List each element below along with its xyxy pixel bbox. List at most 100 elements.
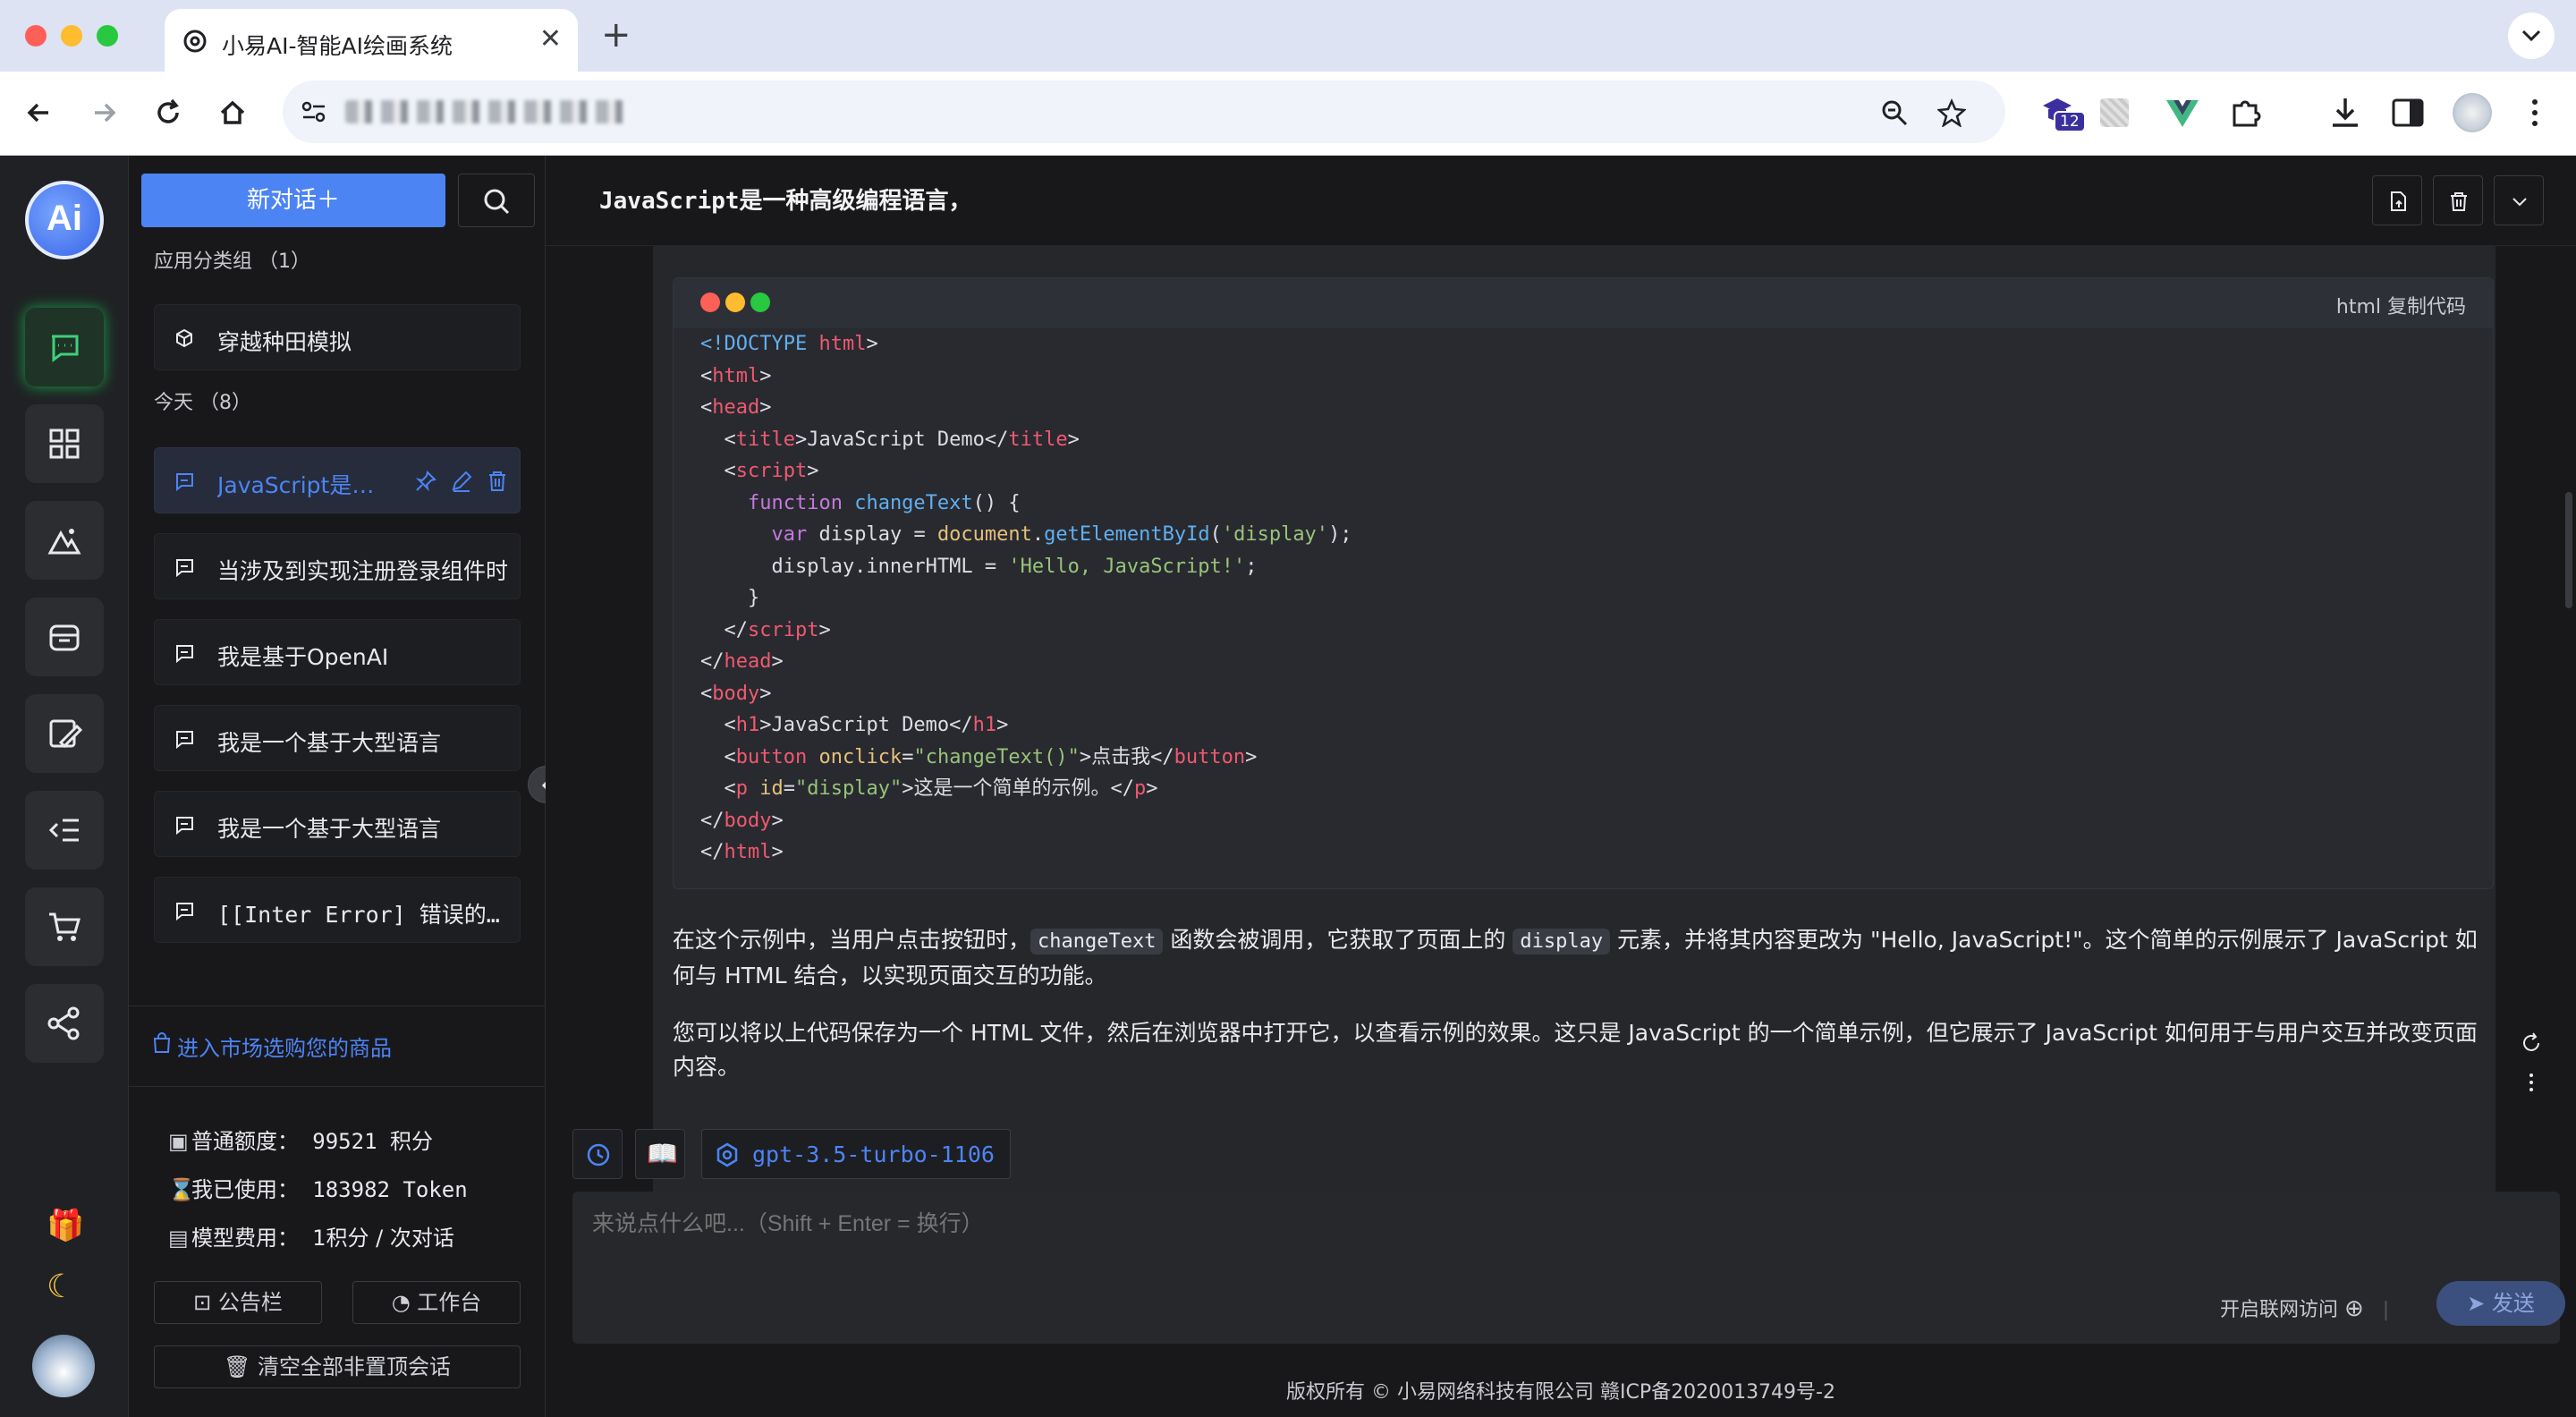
palette-icon: ◔ xyxy=(391,1290,411,1315)
stat-quota: ▣ 普通额度： 99521 积分 xyxy=(168,1124,433,1155)
chat-item[interactable]: 我是基于OpenAI xyxy=(154,619,521,685)
scrollbar-thumb[interactable] xyxy=(2565,492,2572,608)
chat-item-icon xyxy=(176,645,193,663)
extension-graduation-icon[interactable]: 12 xyxy=(2039,93,2086,132)
chat-item-label: [[Inter Error] 错误的请求 xyxy=(217,902,509,928)
shopping-cart-icon xyxy=(49,912,80,941)
chat-sidebar: 新对话＋ 应用分类组 （1） 穿越种田模拟 今天 （8） JavaScript是… xyxy=(129,156,546,1417)
tab-search-button[interactable] xyxy=(2508,13,2555,59)
new-tab-button[interactable]: + xyxy=(601,14,631,55)
chat-item-label: 我是一个基于大型语言 xyxy=(217,816,442,842)
share-icon xyxy=(47,1006,80,1040)
regenerate-icon[interactable] xyxy=(2519,1031,2544,1056)
edit-pencil-icon[interactable] xyxy=(450,470,473,493)
rail-edit-image-button[interactable] xyxy=(25,694,104,773)
send-button[interactable]: ➤ 发送 xyxy=(2436,1281,2565,1326)
footer-copyright: 版权所有 © 小易网络科技有限公司 赣ICP备2020013749号-2 xyxy=(1285,1381,1835,1404)
extension-badge: 12 xyxy=(2054,111,2086,132)
receipt-icon: ▤ xyxy=(168,1226,189,1251)
rail-menu-button[interactable] xyxy=(25,791,104,870)
chevron-down-icon xyxy=(2512,198,2527,207)
app-root: Ai 🎁 ☾ 新对话＋ 应用分类组 （1） 穿越种田模拟 今天 （8） Java… xyxy=(0,156,2576,1417)
chat-item[interactable]: 我是一个基于大型语言 xyxy=(154,705,521,771)
chat-item-icon xyxy=(176,817,193,835)
message-input[interactable] xyxy=(592,1211,2515,1237)
notice-board-label: 公告栏 xyxy=(217,1290,283,1315)
code-content: <!DOCTYPE html> <html> <head> <title>Jav… xyxy=(700,333,1352,863)
moon-theme-icon[interactable]: ☾ xyxy=(47,1269,75,1305)
extension-pattern-icon[interactable] xyxy=(2100,98,2129,127)
message-paragraph-1: 在这个示例中，当用户点击按钮时， changeText 函数会被调用，它获取了页面… xyxy=(673,923,2494,993)
rail-chat-button[interactable] xyxy=(25,308,104,386)
copy-code-button[interactable]: html 复制代码 xyxy=(2336,291,2466,319)
notice-board-button[interactable]: ⊡ 公告栏 xyxy=(154,1281,322,1324)
trash-icon: 🗑 xyxy=(223,1354,251,1379)
site-settings-icon[interactable] xyxy=(301,100,327,123)
bookmark-star-icon[interactable] xyxy=(1937,98,1966,127)
chat-item[interactable]: 当涉及到实现注册登录组件时 xyxy=(154,533,521,599)
rail-share-button[interactable] xyxy=(25,984,104,1063)
stat-quota-value: 99521 积分 xyxy=(312,1129,433,1154)
group-label-apps: 应用分类组 （1） xyxy=(154,250,310,273)
pin-icon[interactable] xyxy=(414,470,437,493)
browser-menu-icon[interactable] xyxy=(2515,93,2555,132)
app-logo[interactable]: Ai xyxy=(25,181,104,259)
new-chat-button[interactable]: 新对话＋ xyxy=(141,174,445,227)
search-button[interactable] xyxy=(458,174,535,227)
clock-icon xyxy=(587,1143,610,1167)
code-dot-yellow xyxy=(725,293,745,312)
side-panel-icon[interactable] xyxy=(2388,93,2428,132)
market-link[interactable]: 进入市场选购您的商品 xyxy=(177,1031,392,1062)
divider xyxy=(129,1086,546,1087)
stat-used: ⌛我已使用： 183982 Token xyxy=(168,1172,468,1203)
address-bar[interactable] xyxy=(283,81,2005,143)
browser-tab[interactable]: 小易AI-智能AI绘画系统 ✕ xyxy=(165,9,578,72)
assistant-message: html 复制代码 <!DOCTYPE html> <html> <head> … xyxy=(653,245,2496,1245)
trash-icon xyxy=(2451,192,2467,211)
more-options-button[interactable] xyxy=(2494,175,2544,225)
rail-gallery-button[interactable] xyxy=(25,598,104,676)
mountain-icon xyxy=(47,529,81,555)
window-minimize-button[interactable] xyxy=(61,25,82,47)
gift-icon[interactable]: 🎁 xyxy=(47,1208,84,1243)
rail-apps-button[interactable] xyxy=(25,404,104,483)
tab-close-icon[interactable]: ✕ xyxy=(539,23,562,55)
profile-avatar[interactable] xyxy=(2453,93,2492,132)
trash-icon[interactable] xyxy=(486,470,509,493)
chat-item-label: 我是基于OpenAI xyxy=(217,644,389,670)
extensions-puzzle-icon[interactable] xyxy=(2227,93,2267,132)
knowledge-book-button[interactable]: 📖 xyxy=(635,1129,685,1179)
file-export-icon xyxy=(2391,191,2406,211)
export-button[interactable] xyxy=(2372,175,2422,225)
zoom-icon[interactable] xyxy=(1880,98,1909,127)
chat-item-icon xyxy=(176,559,193,577)
rail-shop-button[interactable] xyxy=(25,887,104,966)
more-vertical-icon[interactable] xyxy=(2519,1070,2544,1095)
download-icon[interactable] xyxy=(2326,93,2365,132)
send-paper-plane-icon: ➤ xyxy=(2467,1291,2486,1316)
rail-drawing-button[interactable] xyxy=(25,501,104,580)
web-access-toggle[interactable]: 开启联网访问 ⊕ | xyxy=(2220,1294,2389,1322)
chat-item[interactable]: 我是一个基于大型语言 xyxy=(154,791,521,857)
clear-chats-button[interactable]: 🗑 清空全部非置顶会话 xyxy=(154,1345,521,1388)
vue-devtools-icon[interactable] xyxy=(2163,93,2202,132)
history-button[interactable] xyxy=(572,1129,623,1179)
home-icon[interactable] xyxy=(215,95,250,131)
chat-item-icon xyxy=(176,473,193,491)
app-item[interactable]: 穿越种田模拟 xyxy=(154,304,521,370)
stat-fee-label: 模型费用： xyxy=(191,1226,299,1251)
window-close-button[interactable] xyxy=(25,25,47,47)
model-selector[interactable]: gpt-3.5-turbo-1106 xyxy=(701,1129,1011,1179)
chat-item-active[interactable]: JavaScript是一种高级编程语言， xyxy=(154,447,521,513)
chat-item[interactable]: [[Inter Error] 错误的请求 xyxy=(154,877,521,943)
window-zoom-button[interactable] xyxy=(97,25,118,47)
globe-icon: ⊕ xyxy=(2344,1295,2364,1322)
app-item-label: 穿越种田模拟 xyxy=(217,329,352,355)
notice-icon: ⊡ xyxy=(193,1290,212,1315)
user-avatar[interactable] xyxy=(32,1335,95,1397)
reload-icon[interactable] xyxy=(150,95,186,131)
back-arrow-icon[interactable] xyxy=(21,95,57,131)
workbench-button[interactable]: ◔ 工作台 xyxy=(352,1281,521,1324)
forward-arrow-icon[interactable] xyxy=(86,95,122,131)
delete-chat-button[interactable] xyxy=(2433,175,2483,225)
